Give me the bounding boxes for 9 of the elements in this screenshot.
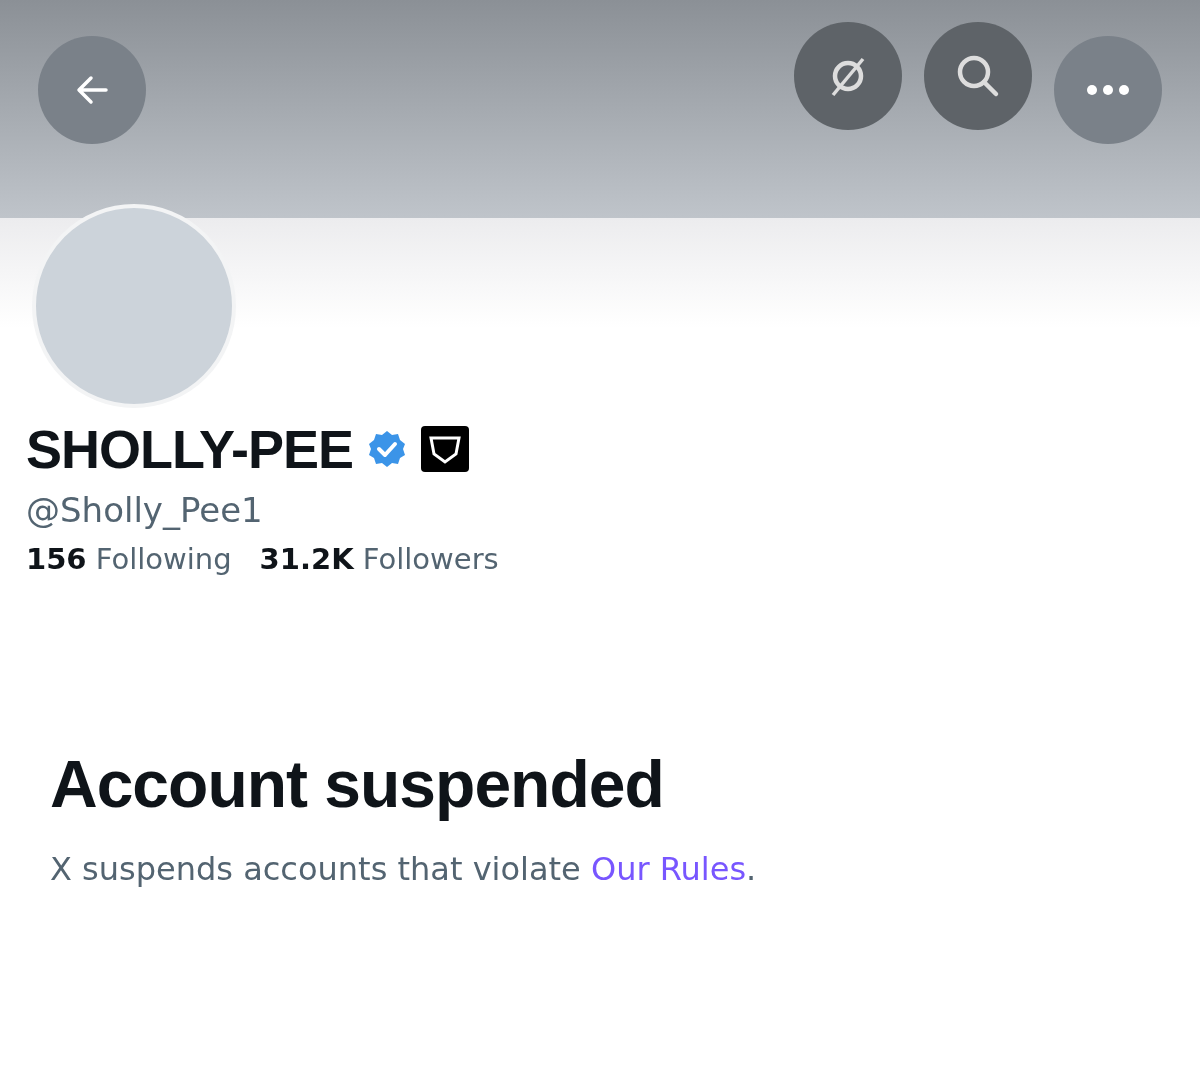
- follow-stat-link[interactable]: 31.2K Followers: [259, 542, 499, 576]
- follow-stat-link[interactable]: 156 Following: [26, 542, 232, 576]
- rules-link[interactable]: Our Rules: [590, 850, 747, 888]
- shield-logo-icon: [421, 426, 470, 472]
- profile-name: SHOLLY-PEE: [26, 418, 354, 480]
- profile-handle: @Sholly_Pee1: [26, 490, 264, 530]
- more-icon: [1086, 84, 1130, 96]
- suspended-heading: Account suspended: [50, 746, 665, 822]
- suspended-message: X suspends accounts that violate Our Rules.: [50, 850, 758, 888]
